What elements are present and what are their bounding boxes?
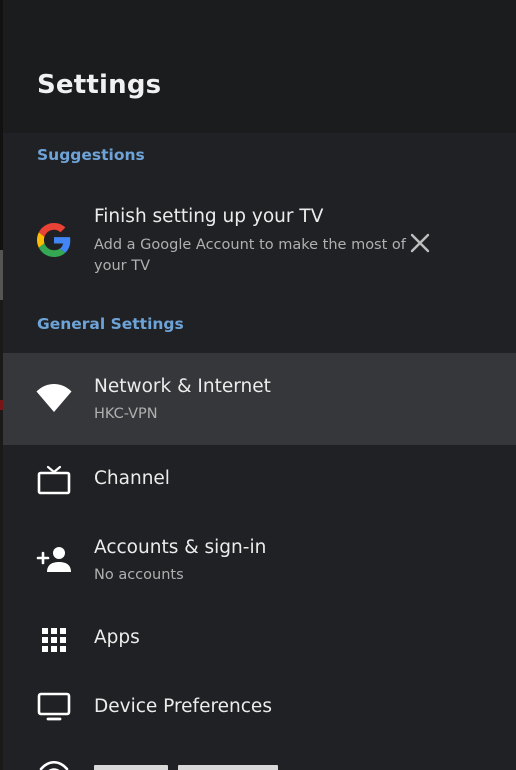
- settings-panel: Settings Suggestions Finish setting up y…: [3, 0, 516, 770]
- settings-item-remote-accessories[interactable]: [3, 741, 516, 770]
- suggestion-item-finish-setup[interactable]: Finish setting up your TV Add a Google A…: [3, 186, 516, 296]
- header: Settings: [3, 0, 516, 133]
- section-heading-general-settings: General Settings: [37, 315, 184, 333]
- settings-item-apps[interactable]: Apps: [3, 607, 516, 673]
- settings-item-channel[interactable]: Channel: [3, 445, 516, 515]
- monitor-icon: [33, 686, 75, 728]
- network-subtitle: HKC-VPN: [94, 406, 158, 422]
- page-title: Settings: [37, 70, 162, 100]
- add-person-icon: [33, 538, 75, 580]
- accounts-label: Accounts & sign-in: [94, 537, 267, 558]
- google-g-icon: [33, 219, 75, 261]
- apps-label: Apps: [94, 627, 140, 648]
- close-icon: [410, 233, 430, 253]
- remote-accessories-label-partial: [94, 765, 284, 770]
- channel-label: Channel: [94, 468, 170, 489]
- section-heading-suggestions: Suggestions: [37, 146, 145, 164]
- device-preferences-label: Device Preferences: [94, 696, 272, 717]
- settings-item-accounts[interactable]: Accounts & sign-in No accounts: [3, 515, 516, 607]
- apps-grid-icon: [33, 619, 75, 661]
- tv-icon: [33, 459, 75, 501]
- remote-accessories-icon: [33, 751, 75, 770]
- suggestion-subtitle-line1: Add a Google Account to make the most of: [94, 237, 406, 253]
- settings-item-network-internet[interactable]: Network & Internet HKC-VPN: [3, 353, 516, 445]
- suggestion-title: Finish setting up your TV: [94, 206, 324, 227]
- accounts-subtitle: No accounts: [94, 567, 184, 583]
- dismiss-suggestion-button[interactable]: [403, 226, 437, 260]
- suggestion-subtitle-line2: your TV: [94, 258, 150, 274]
- settings-item-device-preferences[interactable]: Device Preferences: [3, 673, 516, 741]
- network-label: Network & Internet: [94, 376, 271, 397]
- wifi-icon: [33, 377, 75, 419]
